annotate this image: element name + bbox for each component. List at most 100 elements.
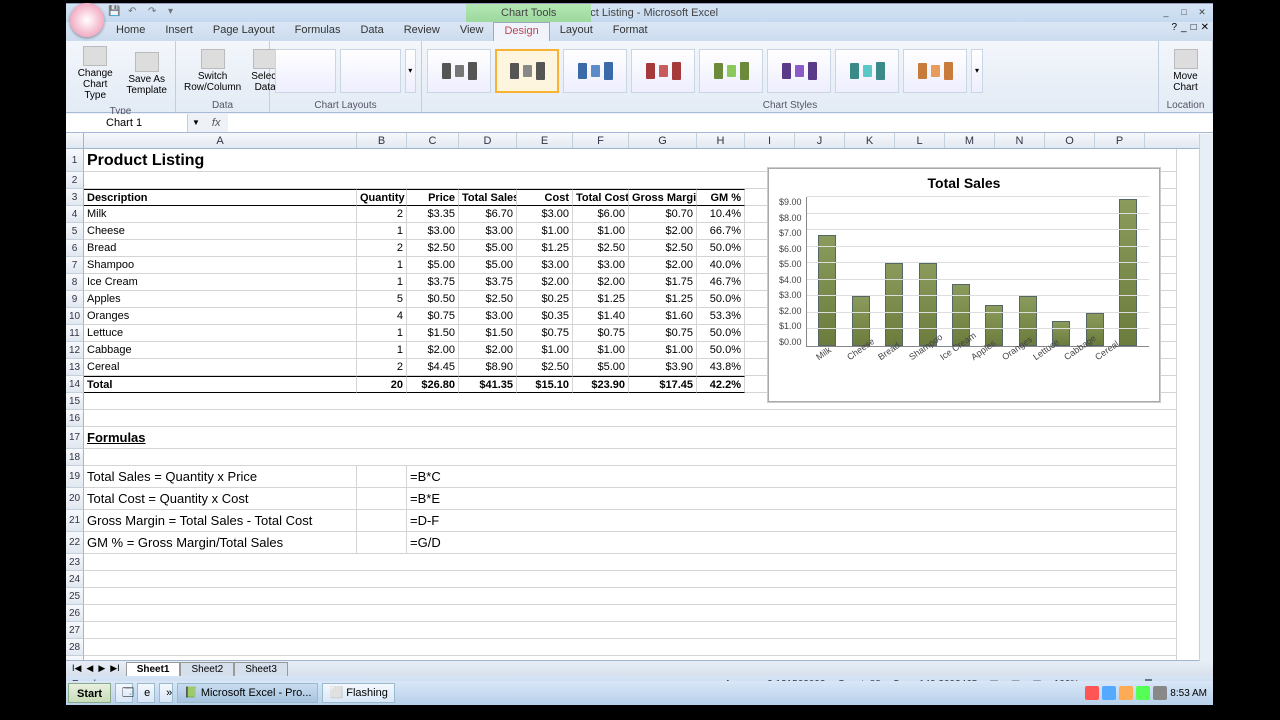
- column-header-L[interactable]: L: [895, 133, 945, 148]
- cell[interactable]: $1.75: [629, 274, 697, 291]
- cell[interactable]: $0.70: [629, 206, 697, 223]
- cell[interactable]: $15.10: [517, 376, 573, 393]
- tab-view[interactable]: View: [450, 22, 494, 41]
- row-header-8[interactable]: 8: [66, 274, 84, 291]
- sheet-tab-sheet3[interactable]: Sheet3: [234, 662, 288, 676]
- tab-format[interactable]: Format: [603, 22, 658, 41]
- cell[interactable]: [84, 554, 1177, 571]
- cell[interactable]: $6.00: [573, 206, 629, 223]
- cell[interactable]: $3.00: [407, 223, 459, 240]
- cell[interactable]: [84, 605, 1177, 622]
- cell[interactable]: $1.00: [573, 342, 629, 359]
- cell[interactable]: [84, 656, 1177, 660]
- cell[interactable]: $0.75: [517, 325, 573, 342]
- cell[interactable]: Total Sales = Quantity x Price: [84, 466, 357, 488]
- cell[interactable]: 1: [357, 274, 407, 291]
- cell[interactable]: $1.25: [573, 291, 629, 308]
- taskbar-more-icon[interactable]: »: [159, 683, 173, 703]
- qat-menu-icon[interactable]: ▾: [168, 6, 182, 20]
- cell[interactable]: 50.0%: [697, 325, 745, 342]
- cell[interactable]: Gross Margin: [629, 189, 697, 206]
- column-header-C[interactable]: C: [407, 133, 459, 148]
- cell[interactable]: $2.50: [407, 240, 459, 257]
- tab-formulas[interactable]: Formulas: [285, 22, 351, 41]
- cell[interactable]: 50.0%: [697, 240, 745, 257]
- cell[interactable]: $2.00: [573, 274, 629, 291]
- tab-home[interactable]: Home: [106, 22, 155, 41]
- row-header-14[interactable]: 14: [66, 376, 84, 393]
- row-header-1[interactable]: 1: [66, 149, 84, 172]
- sheet-tab-sheet1[interactable]: Sheet1: [126, 662, 181, 676]
- cell[interactable]: [84, 410, 1177, 427]
- cell[interactable]: Formulas: [84, 427, 1177, 449]
- row-header-26[interactable]: 26: [66, 605, 84, 622]
- cell[interactable]: $2.50: [459, 291, 517, 308]
- cell[interactable]: [84, 639, 1177, 656]
- column-header-K[interactable]: K: [845, 133, 895, 148]
- cell[interactable]: Price: [407, 189, 459, 206]
- column-header-H[interactable]: H: [697, 133, 745, 148]
- start-button[interactable]: Start: [68, 683, 111, 703]
- cell[interactable]: GM %: [697, 189, 745, 206]
- cell[interactable]: $0.75: [407, 308, 459, 325]
- chart-styles-more[interactable]: ▾: [971, 49, 983, 93]
- cell[interactable]: [84, 571, 1177, 588]
- help-icon[interactable]: ?: [1171, 22, 1177, 33]
- cell[interactable]: [357, 510, 407, 532]
- cell[interactable]: $5.00: [459, 257, 517, 274]
- row-header-11[interactable]: 11: [66, 325, 84, 342]
- cell[interactable]: 1: [357, 223, 407, 240]
- cell[interactable]: [357, 488, 407, 510]
- cell[interactable]: $17.45: [629, 376, 697, 393]
- tab-page-layout[interactable]: Page Layout: [203, 22, 285, 41]
- doc-restore-button[interactable]: □: [1191, 22, 1197, 33]
- cell[interactable]: $2.00: [517, 274, 573, 291]
- row-header-15[interactable]: 15: [66, 393, 84, 410]
- chart-layout-2[interactable]: [340, 49, 401, 93]
- chart-layouts-more[interactable]: ▾: [405, 49, 416, 93]
- cell[interactable]: $2.50: [517, 359, 573, 376]
- tray-icon-5[interactable]: [1153, 686, 1167, 700]
- cell[interactable]: Milk: [84, 206, 357, 223]
- save-icon[interactable]: 💾: [108, 6, 122, 20]
- row-header-3[interactable]: 3: [66, 189, 84, 206]
- cell[interactable]: [84, 449, 1177, 466]
- chart-object[interactable]: Total Sales $9.00$8.00$7.00$6.00$5.00$4.…: [768, 168, 1160, 402]
- cell[interactable]: $3.00: [573, 257, 629, 274]
- cell[interactable]: [357, 532, 407, 554]
- row-header-7[interactable]: 7: [66, 257, 84, 274]
- tray-icon-1[interactable]: [1085, 686, 1099, 700]
- cell[interactable]: 20: [357, 376, 407, 393]
- taskbar-item-flashing[interactable]: ⬜ Flashing: [322, 683, 394, 703]
- cell[interactable]: Cost: [517, 189, 573, 206]
- chart-style-4[interactable]: [631, 49, 695, 93]
- cell[interactable]: Ice Cream: [84, 274, 357, 291]
- cell[interactable]: $2.00: [629, 223, 697, 240]
- cell[interactable]: Description: [84, 189, 357, 206]
- cell[interactable]: $8.90: [459, 359, 517, 376]
- cell[interactable]: 1: [357, 257, 407, 274]
- cell[interactable]: 1: [357, 342, 407, 359]
- minimize-button[interactable]: _: [1159, 7, 1173, 19]
- cell[interactable]: 4: [357, 308, 407, 325]
- cell[interactable]: Total Sales: [459, 189, 517, 206]
- office-button[interactable]: [70, 3, 104, 37]
- row-header-23[interactable]: 23: [66, 554, 84, 571]
- cell[interactable]: $3.75: [459, 274, 517, 291]
- chart-title[interactable]: Total Sales: [769, 169, 1159, 197]
- cell[interactable]: 46.7%: [697, 274, 745, 291]
- row-header-27[interactable]: 27: [66, 622, 84, 639]
- cell[interactable]: $1.50: [407, 325, 459, 342]
- row-header-25[interactable]: 25: [66, 588, 84, 605]
- sheet-nav-prev-icon[interactable]: ◀: [84, 663, 95, 674]
- cell[interactable]: $2.00: [459, 342, 517, 359]
- cell[interactable]: $1.00: [629, 342, 697, 359]
- row-header-22[interactable]: 22: [66, 532, 84, 554]
- column-header-O[interactable]: O: [1045, 133, 1095, 148]
- column-header-D[interactable]: D: [459, 133, 517, 148]
- row-header-20[interactable]: 20: [66, 488, 84, 510]
- cell[interactable]: 5: [357, 291, 407, 308]
- tray-clock[interactable]: 8:53 AM: [1170, 688, 1207, 699]
- row-header-4[interactable]: 4: [66, 206, 84, 223]
- cell[interactable]: =B*E: [407, 488, 1177, 510]
